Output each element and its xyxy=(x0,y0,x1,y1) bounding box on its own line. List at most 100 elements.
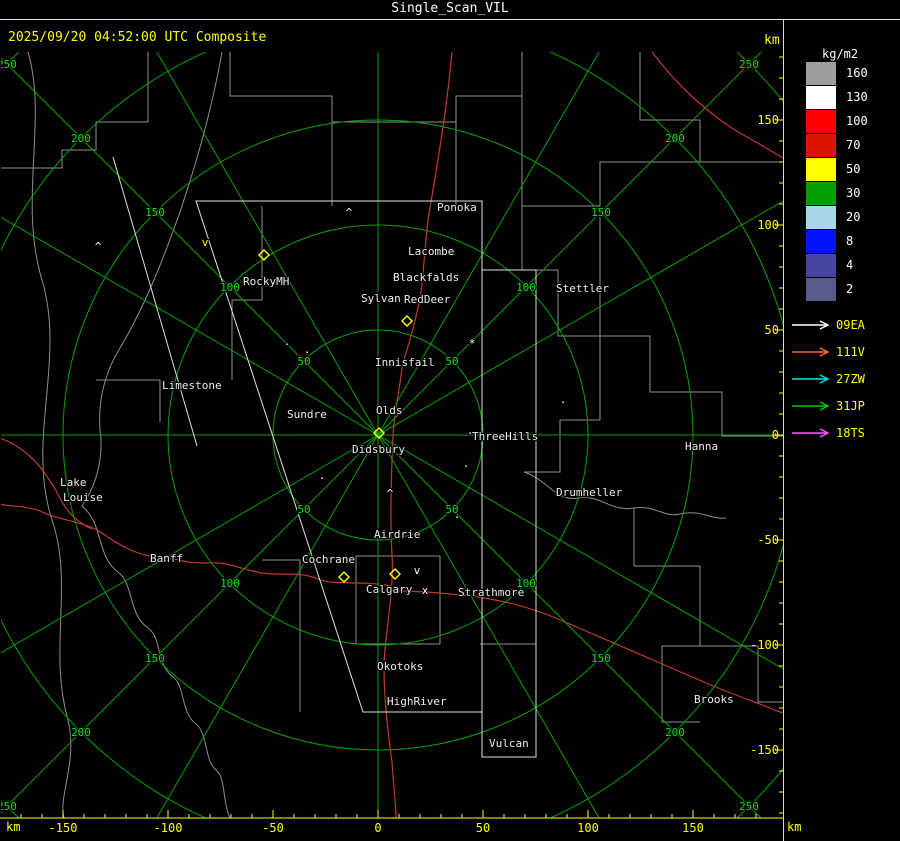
town-label-calgary: Calgary xyxy=(366,583,413,596)
range-label-200km: 200 xyxy=(71,132,91,145)
scan-boundary xyxy=(112,156,198,447)
town-label-airdrie: Airdrie xyxy=(374,528,420,541)
colorbar-value: 100 xyxy=(846,114,868,128)
town-label-banff: Banff xyxy=(150,552,183,565)
town-label-stettler: Stettler xyxy=(556,282,609,295)
colorbar-entry-20: 20 xyxy=(806,205,868,229)
point-marker: · xyxy=(463,460,470,473)
town-label-hanna: Hanna xyxy=(685,440,718,453)
colorbar-entry-130: 130 xyxy=(806,85,868,109)
point-marker: ^ xyxy=(346,206,353,219)
town-label-lake: Lake xyxy=(60,476,87,489)
range-label-200km: 200 xyxy=(71,726,91,739)
range-label-100km: 100 xyxy=(220,577,240,590)
range-label-50km: 50 xyxy=(445,355,458,368)
town-label-limestone: Limestone xyxy=(162,379,222,392)
radar-site-marker xyxy=(338,571,350,583)
bottom-axis-label: -150 xyxy=(49,821,78,835)
range-label-250km: 250 xyxy=(0,800,17,813)
station-vector-legend: 09EA 111V 27ZW 31JP 18TS xyxy=(792,318,866,440)
colorbar-value: 2 xyxy=(846,282,854,296)
county-boundary xyxy=(521,206,601,337)
town-label-highriver: HighRiver xyxy=(387,695,447,708)
point-marker: ^ xyxy=(387,487,394,500)
range-label-250km: 250 xyxy=(739,58,759,71)
town-label-reddeer: RedDeer xyxy=(404,293,451,306)
azimuth-line-240deg xyxy=(1,434,379,654)
town-label-okotoks: Okotoks xyxy=(377,660,423,673)
titlebar: Single_Scan_VIL xyxy=(0,0,900,20)
azimuth-line-210deg xyxy=(156,434,379,818)
colorbar-entry-100: 100 xyxy=(806,109,868,133)
town-label-sylvan: Sylvan xyxy=(361,292,401,305)
radar-map-canvas[interactable]: 5010015020025050100150200250501001502002… xyxy=(0,0,900,841)
vector-station-id: 111V xyxy=(836,345,865,359)
azimuth-line-300deg xyxy=(1,216,379,436)
town-label-vulcan: Vulcan xyxy=(489,737,529,750)
town-label-sundre: Sundre xyxy=(287,408,327,421)
county-boundary xyxy=(229,52,523,123)
town-label-blackfalds: Blackfalds xyxy=(393,271,459,284)
point-marker: · xyxy=(560,396,567,409)
point-marker: x xyxy=(422,584,429,597)
county-boundary xyxy=(521,96,783,207)
vector-legend-row-18TS: 18TS xyxy=(792,426,865,440)
county-boundary xyxy=(1,52,149,169)
colorbar: 160 130 100 70 50 30 20 8 4 2 xyxy=(806,61,868,301)
colorbar-value: 20 xyxy=(846,210,861,224)
range-label-150km: 150 xyxy=(591,206,611,219)
colorbar-entry-2: 2 xyxy=(806,277,868,301)
vector-arrow xyxy=(792,374,830,384)
point-marker: · xyxy=(454,511,461,524)
town-label-brooks: Brooks xyxy=(694,693,734,706)
range-label-150km: 150 xyxy=(591,652,611,665)
point-marker: * xyxy=(469,337,476,350)
county-boundary xyxy=(96,379,161,422)
colorbar-unit: kg/m2 xyxy=(822,47,859,61)
vector-station-id: 09EA xyxy=(836,318,866,332)
bottom-axis-label: 150 xyxy=(682,821,704,835)
vector-arrow xyxy=(792,428,830,438)
bottom-axis-unit-left: km xyxy=(6,820,21,834)
town-label-threehills: ThreeHills xyxy=(472,430,538,443)
radar-app-window: Single_Scan_VIL 2025/09/20 04:52:00 UTC … xyxy=(0,0,900,841)
colorbar-entry-160: 160 xyxy=(806,61,868,85)
bottom-axis-label: 0 xyxy=(374,821,381,835)
bottom-axis-label: -50 xyxy=(262,821,284,835)
scan-boundary xyxy=(481,269,537,758)
colorbar-entry-70: 70 xyxy=(806,133,868,157)
vector-arrow xyxy=(792,347,830,357)
town-label-olds: Olds xyxy=(376,404,403,417)
town-label-didsbury: Didsbury xyxy=(352,443,405,456)
point-marker: v xyxy=(202,236,209,249)
vector-legend-row-09EA: 09EA xyxy=(792,318,866,332)
colorbar-value: 160 xyxy=(846,66,868,80)
vector-legend-row-31JP: 31JP xyxy=(792,399,865,413)
range-label-200km: 200 xyxy=(665,132,685,145)
colorbar-value: 130 xyxy=(846,90,868,104)
vector-station-id: 31JP xyxy=(836,399,865,413)
colorbar-value: 70 xyxy=(846,138,861,152)
colorbar-swatch xyxy=(806,181,836,205)
colorbar-value: 50 xyxy=(846,162,861,176)
range-label-250km: 250 xyxy=(0,58,17,71)
point-marker: · xyxy=(319,472,326,485)
county-boundary xyxy=(558,335,783,437)
right-axis-label: 100 xyxy=(757,218,779,232)
town-label-drumheller: Drumheller xyxy=(556,486,623,499)
point-marker: · xyxy=(284,338,291,351)
county-boundary xyxy=(480,643,537,716)
colorbar-value: 8 xyxy=(846,234,854,248)
right-axis-label: 50 xyxy=(765,323,779,337)
vector-arrow xyxy=(792,320,830,330)
colorbar-entry-4: 4 xyxy=(806,253,868,277)
right-axis-label: -150 xyxy=(750,743,779,757)
town-label-louise: Louise xyxy=(63,491,103,504)
colorbar-swatch xyxy=(806,61,836,85)
vector-legend-row-111V: 111V xyxy=(792,345,865,359)
azimuth-line-315deg xyxy=(1,57,379,436)
right-axis-label: -50 xyxy=(757,533,779,547)
town-label-cochrane: Cochrane xyxy=(302,553,355,566)
colorbar-swatch xyxy=(806,277,836,301)
town-label-rockymh: RockyMH xyxy=(243,275,289,288)
